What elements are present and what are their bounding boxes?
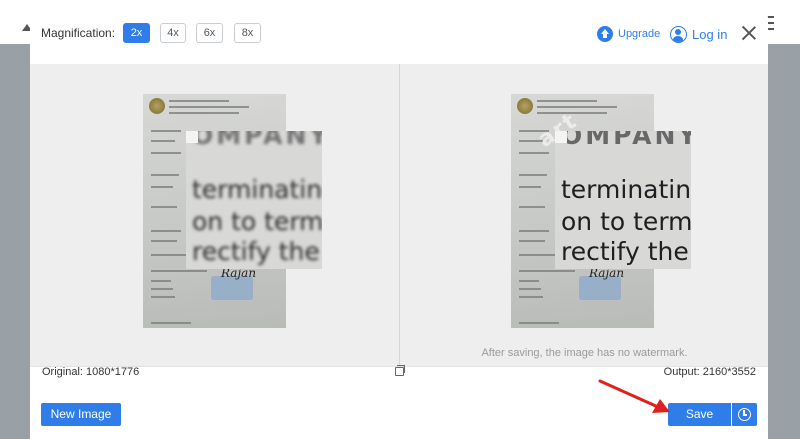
save-button[interactable]: Save <box>668 403 731 426</box>
login-label: Log in <box>692 26 728 42</box>
close-icon[interactable] <box>740 24 758 42</box>
zoom-text-line: terminating <box>561 175 691 204</box>
zoom-text-line: rectify the <box>561 237 689 266</box>
zoom-text-line: rectify the <box>192 237 320 266</box>
upgrade-link[interactable]: Upgrade <box>597 23 660 45</box>
new-image-button[interactable]: New Image <box>41 403 121 426</box>
magnification-8x-button[interactable]: 8x <box>234 23 261 43</box>
copy-icon[interactable] <box>395 365 405 376</box>
upgrade-icon <box>597 26 613 42</box>
magnification-6x-button[interactable]: 6x <box>196 23 223 43</box>
upgrade-label: Upgrade <box>618 28 661 40</box>
zoom-text-line: on to termi <box>192 207 322 236</box>
zoom-text-top: OMPANY <box>561 131 691 150</box>
save-history-button[interactable] <box>732 403 757 426</box>
user-icon <box>670 25 687 43</box>
magnification-2x-button[interactable]: 2x <box>123 23 150 43</box>
login-link[interactable]: Log in <box>670 23 727 45</box>
output-size-label: Output: 2160*3552 <box>663 366 756 378</box>
original-zoom-inset: OMPANY terminating on to termi rectify t… <box>186 131 322 269</box>
zoom-text-line: on to termi <box>561 207 691 236</box>
history-icon <box>738 408 751 421</box>
zoom-text-top: OMPANY <box>192 131 322 150</box>
output-zoom-inset: OMPANY terminating on to termi rectify t… <box>555 131 691 269</box>
document-seal <box>517 98 533 114</box>
original-preview-panel: Rajan OMPANY terminating on to termi rec… <box>30 64 399 366</box>
upscale-modal: Magnification: 2x 4x 6x 8x Upgrade Log i… <box>30 10 768 439</box>
zoom-marker <box>186 131 198 143</box>
zoom-text-line: terminating <box>192 175 322 204</box>
magnification-label: Magnification: <box>41 26 116 40</box>
output-preview-panel: Rajan art OMPANY terminating on to termi… <box>400 64 768 366</box>
zoom-marker <box>555 131 567 143</box>
magnification-4x-button[interactable]: 4x <box>160 23 186 43</box>
no-watermark-note: After saving, the image has no watermark… <box>481 347 688 359</box>
modal-header: Magnification: 2x 4x 6x 8x Upgrade Log i… <box>30 10 768 64</box>
document-seal <box>149 98 165 114</box>
original-size-label: Original: 1080*1776 <box>42 366 140 378</box>
